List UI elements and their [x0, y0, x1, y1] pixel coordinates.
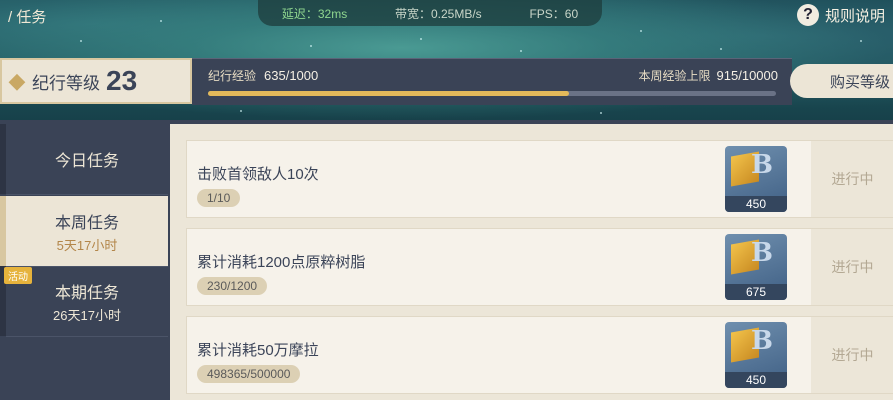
- reward-quantity: 450: [725, 372, 787, 388]
- tab-label: 本期任务: [54, 284, 119, 302]
- task-status: 进行中: [811, 141, 893, 217]
- star: [160, 20, 162, 22]
- latency-text: 延迟：32ms: [281, 6, 348, 21]
- task-progress: 1/10: [197, 189, 241, 207]
- star: [420, 38, 422, 40]
- week-limit: 本周经验上限 915/10000: [639, 67, 778, 84]
- tab-timer: 26天17小时: [53, 307, 121, 323]
- rules-button[interactable]: ? 规则说明: [796, 4, 885, 26]
- star: [310, 45, 312, 47]
- reward-quantity: 675: [725, 284, 787, 300]
- reward-letter: B: [751, 150, 773, 180]
- question-icon: ?: [796, 4, 819, 26]
- tab-label: 本周任务: [54, 214, 119, 232]
- star: [860, 40, 862, 42]
- reward-letter: B: [751, 238, 773, 268]
- experience-panel: 纪行经验 635/1000 本周经验上限 915/10000: [192, 58, 792, 105]
- event-badge: 活动: [4, 267, 32, 284]
- star: [720, 48, 722, 50]
- task-row: 累计消耗1200点原粹树脂 230/1200 B 675 进行中: [186, 228, 893, 306]
- tab-edge: [0, 124, 6, 194]
- star: [520, 50, 522, 52]
- breadcrumb: / 任务: [8, 9, 47, 26]
- tab-timer: 5天17小时: [56, 237, 118, 253]
- buy-level-button[interactable]: 购买等级: [790, 64, 893, 98]
- exp-progress-fill: [208, 91, 569, 96]
- exp-label-text: 纪行经验: [208, 69, 257, 83]
- star: [80, 40, 82, 42]
- reward-item[interactable]: B 450: [725, 322, 787, 388]
- bandwidth-text: 带宽：0.25MB/s: [394, 6, 482, 21]
- task-progress: 230/1200: [197, 277, 268, 295]
- task-row: 累计消耗50万摩拉 498365/500000 B 450 进行中: [186, 316, 893, 394]
- network-stats-panel: 延迟：32ms 带宽：0.25MB/s FPS：60: [258, 0, 602, 26]
- task-row: 击败首领敌人10次 1/10 B 450 进行中: [186, 140, 893, 218]
- reward-quantity: 450: [725, 196, 787, 212]
- level-box: ◆ 纪行等级 23: [0, 58, 192, 104]
- rules-label: 规则说明: [824, 7, 885, 25]
- task-title: 累计消耗1200点原粹树脂: [197, 254, 366, 271]
- exp-value: 635/1000: [264, 68, 319, 83]
- star: [640, 30, 642, 32]
- tab-label: 今日任务: [54, 153, 119, 170]
- tab-edge: [0, 196, 6, 266]
- reward-item[interactable]: B 675: [725, 234, 787, 300]
- star: [600, 112, 602, 114]
- reward-letter: B: [751, 326, 773, 356]
- diamond-emblem-icon: ◆: [8, 68, 26, 93]
- task-progress: 498365/500000: [197, 365, 301, 383]
- week-limit-label: 本周经验上限: [638, 69, 711, 83]
- exp-progress-track: [208, 91, 776, 96]
- task-tabs: 今日任务 本周任务 5天17小时 本期任务 26天17小时: [0, 124, 168, 400]
- reward-item[interactable]: B 450: [725, 146, 787, 212]
- task-title: 击败首领敌人10次: [197, 166, 319, 183]
- star: [240, 110, 242, 112]
- task-status: 进行中: [811, 229, 893, 305]
- task-title: 累计消耗50万摩拉: [197, 342, 319, 359]
- fps-text: FPS：60: [529, 6, 579, 21]
- level-label: 纪行等级: [32, 73, 100, 93]
- exp-label: 纪行经验 635/1000: [208, 67, 318, 84]
- task-list: 击败首领敌人10次 1/10 B 450 进行中 累计消耗1200点原粹树脂 2…: [170, 124, 893, 400]
- tab-weekly[interactable]: 本周任务 5天17小时: [0, 196, 168, 267]
- task-status: 进行中: [811, 317, 893, 393]
- level-value: 23: [106, 65, 138, 96]
- week-limit-value: 915/10000: [716, 68, 778, 83]
- tab-daily[interactable]: 今日任务: [0, 124, 168, 195]
